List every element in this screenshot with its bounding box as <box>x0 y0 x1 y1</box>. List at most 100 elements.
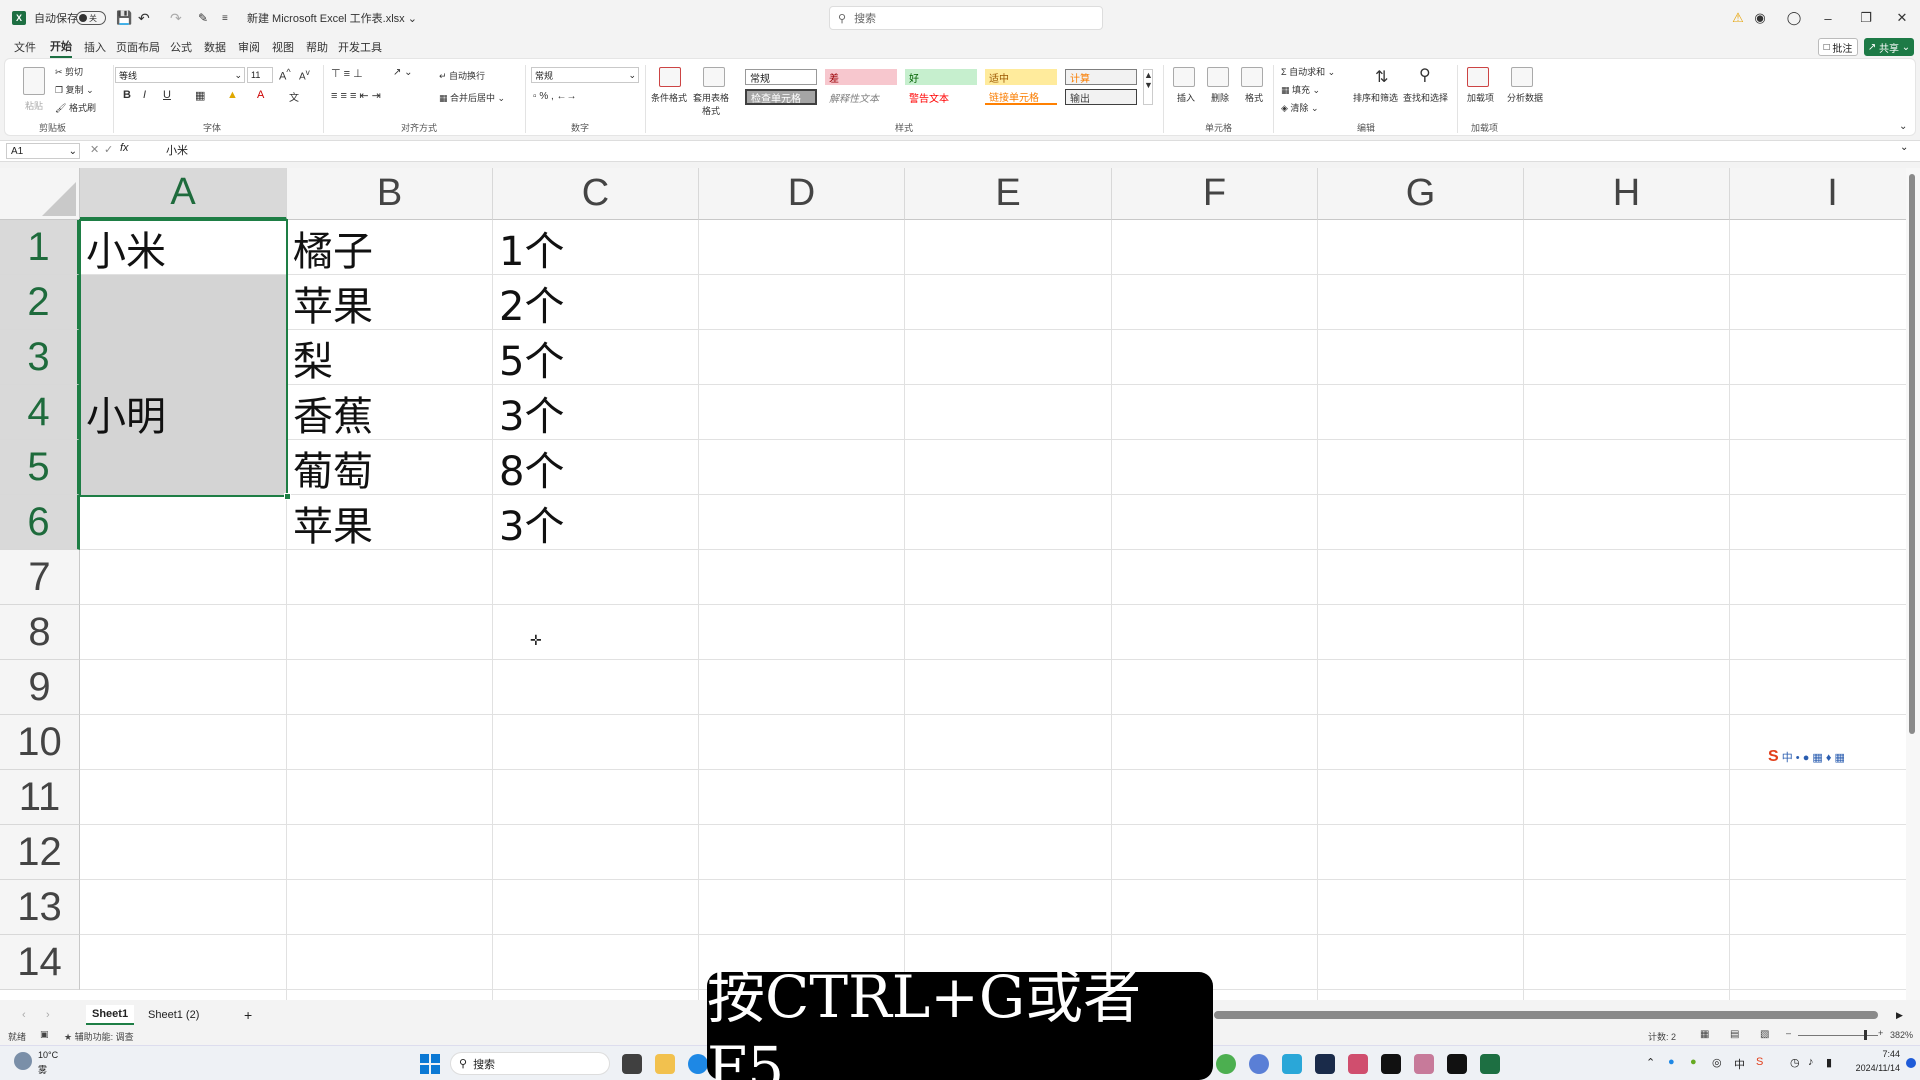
view-normal-icon[interactable]: ▦ <box>1700 1029 1709 1040</box>
column-header-h[interactable]: H <box>1524 168 1730 220</box>
style-warning[interactable]: 警告文本 <box>905 89 977 105</box>
tab-review[interactable]: 审阅 <box>238 36 260 58</box>
format-cells-button[interactable]: 格式 <box>1245 91 1263 104</box>
browser-icon[interactable] <box>1216 1054 1236 1074</box>
format-painter-button[interactable]: 🖌 格式刷 <box>55 101 96 114</box>
vertical-scroll-thumb[interactable] <box>1909 174 1915 734</box>
comments-button[interactable]: □ 批注 <box>1818 38 1858 56</box>
app-icon-4[interactable] <box>1414 1054 1434 1074</box>
tray-app-icon[interactable]: ● <box>1690 1056 1697 1068</box>
wifi-icon[interactable]: ◷ <box>1790 1056 1800 1069</box>
tab-page-layout[interactable]: 页面布局 <box>116 36 160 58</box>
app-icon-1[interactable] <box>1249 1054 1269 1074</box>
paste-button[interactable]: 粘贴 <box>25 99 43 112</box>
align-top-icon[interactable]: ⊤ ≡ ⊥ <box>331 67 363 80</box>
number-format-select[interactable]: 常规 ⌄ <box>531 67 639 83</box>
sheet-tab-sheet1-2[interactable]: Sheet1 (2) <box>142 1005 205 1025</box>
row-header-12[interactable]: 12 <box>0 825 80 880</box>
style-normal[interactable]: 常规 <box>745 69 817 85</box>
analyze-data-button[interactable]: 分析数据 <box>1507 91 1543 104</box>
row-header-4[interactable]: 4 <box>0 385 80 440</box>
clock-date[interactable]: 2024/11/14 <box>1842 1063 1900 1073</box>
insert-cells-icon[interactable] <box>1173 67 1195 87</box>
file-name[interactable]: 新建 Microsoft Excel 工作表.xlsx ⌄ <box>247 0 417 36</box>
autosave-toggle[interactable]: 关 <box>76 11 106 25</box>
zoom-slider-thumb[interactable] <box>1864 1030 1867 1040</box>
delete-cells-button[interactable]: 删除 <box>1211 91 1229 104</box>
edge-icon[interactable] <box>688 1054 708 1074</box>
orientation-icon[interactable]: ↗ ⌄ <box>393 67 413 78</box>
addins-button[interactable]: 加载项 <box>1467 91 1494 104</box>
column-header-e[interactable]: E <box>905 168 1112 220</box>
row-header-10[interactable]: 10 <box>0 715 80 770</box>
style-calculation[interactable]: 计算 <box>1065 69 1137 85</box>
copy-button[interactable]: ❐ 复制 ⌄ <box>55 83 94 96</box>
column-header-a[interactable]: A <box>80 168 287 220</box>
find-select-icon[interactable]: ⚲ <box>1419 65 1431 85</box>
task-view-icon[interactable] <box>622 1054 642 1074</box>
sogou-app-icon[interactable] <box>1348 1054 1368 1074</box>
style-explanatory[interactable]: 解释性文本 <box>825 89 897 105</box>
cell-b3[interactable]: 梨 <box>287 330 493 385</box>
collapse-ribbon-icon[interactable]: ⌄ <box>1899 121 1907 132</box>
horizontal-scroll-thumb[interactable] <box>1214 1011 1878 1019</box>
column-header-f[interactable]: F <box>1112 168 1318 220</box>
sort-filter-icon[interactable]: ⇅ <box>1375 67 1388 87</box>
row-header-6[interactable]: 6 <box>0 495 80 550</box>
lightbulb-icon[interactable]: ◯ <box>1776 0 1812 36</box>
format-as-table-icon[interactable] <box>703 67 725 87</box>
autosum-button[interactable]: Σ 自动求和 ⌄ <box>1281 65 1335 78</box>
touch-mode-icon[interactable]: ✎ <box>198 0 208 36</box>
styles-scroll-icon[interactable]: ▲ ▼ <box>1143 69 1153 105</box>
bluetooth-icon[interactable]: ● <box>1668 1056 1675 1068</box>
zoom-out-icon[interactable]: – <box>1786 1028 1791 1038</box>
cell-c1[interactable]: 1个 <box>493 220 699 275</box>
cell-c3[interactable]: 5个 <box>493 330 699 385</box>
cell-c4[interactable]: 3个 <box>493 385 699 440</box>
row-header-9[interactable]: 9 <box>0 660 80 715</box>
customize-toolbar-icon[interactable]: ≡ <box>222 0 228 36</box>
battery-icon[interactable]: ▮ <box>1826 1056 1832 1069</box>
row-header-14[interactable]: 14 <box>0 935 80 990</box>
zoom-in-icon[interactable]: + <box>1878 1028 1883 1038</box>
cell-c2[interactable]: 2个 <box>493 275 699 330</box>
weather-icon[interactable] <box>14 1052 32 1070</box>
underline-button[interactable]: U <box>163 89 171 101</box>
column-header-b[interactable]: B <box>287 168 493 220</box>
cell-c6[interactable]: 3个 <box>493 495 699 550</box>
row-header-7[interactable]: 7 <box>0 550 80 605</box>
row-header-3[interactable]: 3 <box>0 330 80 385</box>
wrap-text-button[interactable]: ↵ 自动换行 <box>439 69 485 82</box>
tab-developer[interactable]: 开发工具 <box>338 36 382 58</box>
ime-toolbar[interactable]: S 中 • ● ▦ ♦ ▦ <box>1768 748 1845 766</box>
view-page-break-icon[interactable]: ▧ <box>1760 1029 1769 1040</box>
number-format-icons[interactable]: ▫ % , ←→ <box>533 91 577 102</box>
fill-button[interactable]: ▦ 填充 ⌄ <box>1281 83 1320 96</box>
column-header-d[interactable]: D <box>699 168 905 220</box>
sheet-tab-sheet1[interactable]: Sheet1 <box>86 1005 135 1025</box>
ime-indicator-icon[interactable]: 中 <box>1734 1056 1745 1072</box>
paste-icon[interactable] <box>23 67 45 95</box>
tiktok-icon[interactable] <box>1381 1054 1401 1074</box>
style-linked-cell[interactable]: 链接单元格 <box>985 89 1057 105</box>
share-button[interactable]: ↗ 共享 ⌄ <box>1864 38 1914 56</box>
tab-formulas[interactable]: 公式 <box>170 36 192 58</box>
tab-file[interactable]: 文件 <box>14 36 36 58</box>
view-page-layout-icon[interactable]: ▤ <box>1730 1029 1739 1040</box>
column-header-c[interactable]: C <box>493 168 699 220</box>
fill-color-icon[interactable]: ▲ <box>227 89 238 101</box>
column-header-i[interactable]: I <box>1730 168 1920 220</box>
row-header-1[interactable]: 1 <box>0 220 80 275</box>
macro-record-icon[interactable]: ▣ <box>40 1029 49 1040</box>
decrease-font-icon[interactable]: Av <box>299 67 310 82</box>
clear-button[interactable]: ◈ 清除 ⌄ <box>1281 101 1318 114</box>
conditional-format-button[interactable]: 条件格式 <box>651 91 687 104</box>
merge-center-button[interactable]: ▦ 合并后居中 ⌄ <box>439 91 505 104</box>
cell-b4[interactable]: 香蕉 <box>287 385 493 440</box>
font-size-select[interactable]: 11 <box>247 67 273 83</box>
style-check-cell[interactable]: 检查单元格 <box>745 89 817 105</box>
formula-cancel-icon[interactable]: ✕ <box>90 143 99 156</box>
tiktok-icon-2[interactable] <box>1447 1054 1467 1074</box>
style-output[interactable]: 输出 <box>1065 89 1137 105</box>
cell-b5[interactable]: 葡萄 <box>287 440 493 495</box>
